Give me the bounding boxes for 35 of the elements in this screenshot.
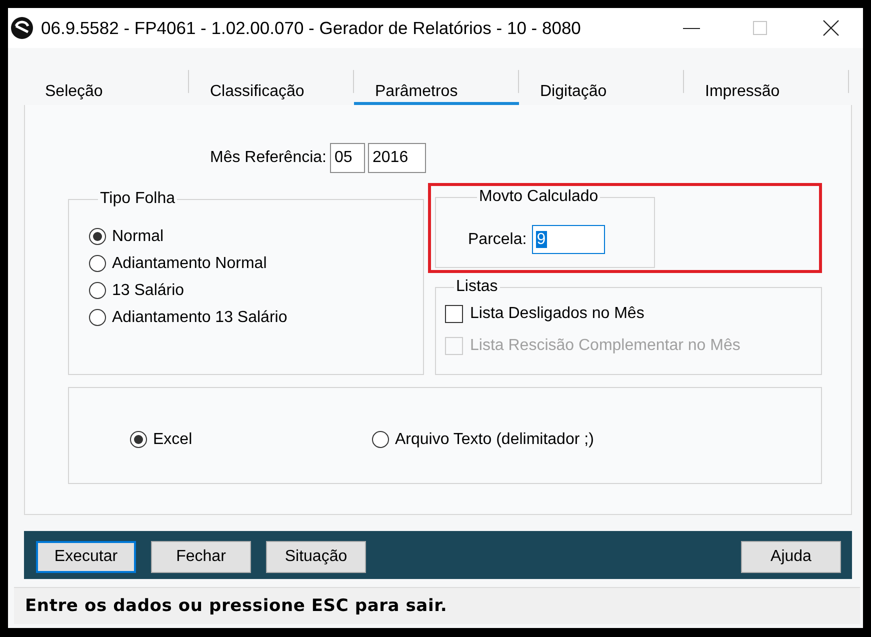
tab[interactable]: Impressão <box>684 69 849 105</box>
group-title: Listas <box>455 278 499 296</box>
app-logo-icon <box>11 17 33 39</box>
checkbox-label[interactable]: Lista Desligados no Mês <box>470 305 644 323</box>
group-title: Tipo Folha <box>99 190 176 208</box>
radio-label[interactable]: Normal <box>112 228 164 246</box>
tab[interactable]: Seleção <box>24 69 189 105</box>
radio-label[interactable]: 13 Salário <box>112 282 184 300</box>
parcela-value: 9 <box>536 231 547 248</box>
radio-button[interactable] <box>89 309 106 326</box>
tab[interactable]: Digitação <box>519 69 684 105</box>
radio-label[interactable]: Excel <box>153 430 192 448</box>
dialog-button[interactable]: Situação <box>266 541 366 573</box>
radio-label[interactable]: Arquivo Texto (delimitador ;) <box>395 430 594 448</box>
radio-button[interactable] <box>89 255 106 272</box>
close-icon[interactable] <box>823 20 839 36</box>
year-field[interactable]: 2016 <box>368 143 426 173</box>
window-title: 06.9.5582 - FP4061 - 1.02.00.070 - Gerador de Relatórios - 10 - 8080 <box>41 18 581 38</box>
tab[interactable]: Classificação <box>189 69 354 105</box>
dialog-button[interactable]: Ajuda <box>741 541 841 573</box>
radio-button[interactable] <box>89 228 106 245</box>
radio-button[interactable] <box>89 282 106 299</box>
checkbox[interactable] <box>445 305 463 323</box>
month-field[interactable]: 05 <box>330 143 364 173</box>
radio-label[interactable]: Adiantamento 13 Salário <box>112 308 288 326</box>
radio-button[interactable] <box>372 431 389 448</box>
radio-label[interactable]: Adiantamento Normal <box>112 254 267 272</box>
parcela-field[interactable]: 9 <box>532 225 605 254</box>
month-label: Mês Referência: <box>210 149 326 167</box>
dialog-button[interactable]: Fechar <box>151 541 251 573</box>
group-title: Movto Calculado <box>478 188 600 206</box>
parcela-label: Parcela: <box>468 230 527 248</box>
radio-button[interactable] <box>130 431 147 448</box>
dialog-button[interactable]: Executar <box>36 541 136 573</box>
status-message: Entre os dados ou pressione ESC para sair. <box>25 596 448 616</box>
